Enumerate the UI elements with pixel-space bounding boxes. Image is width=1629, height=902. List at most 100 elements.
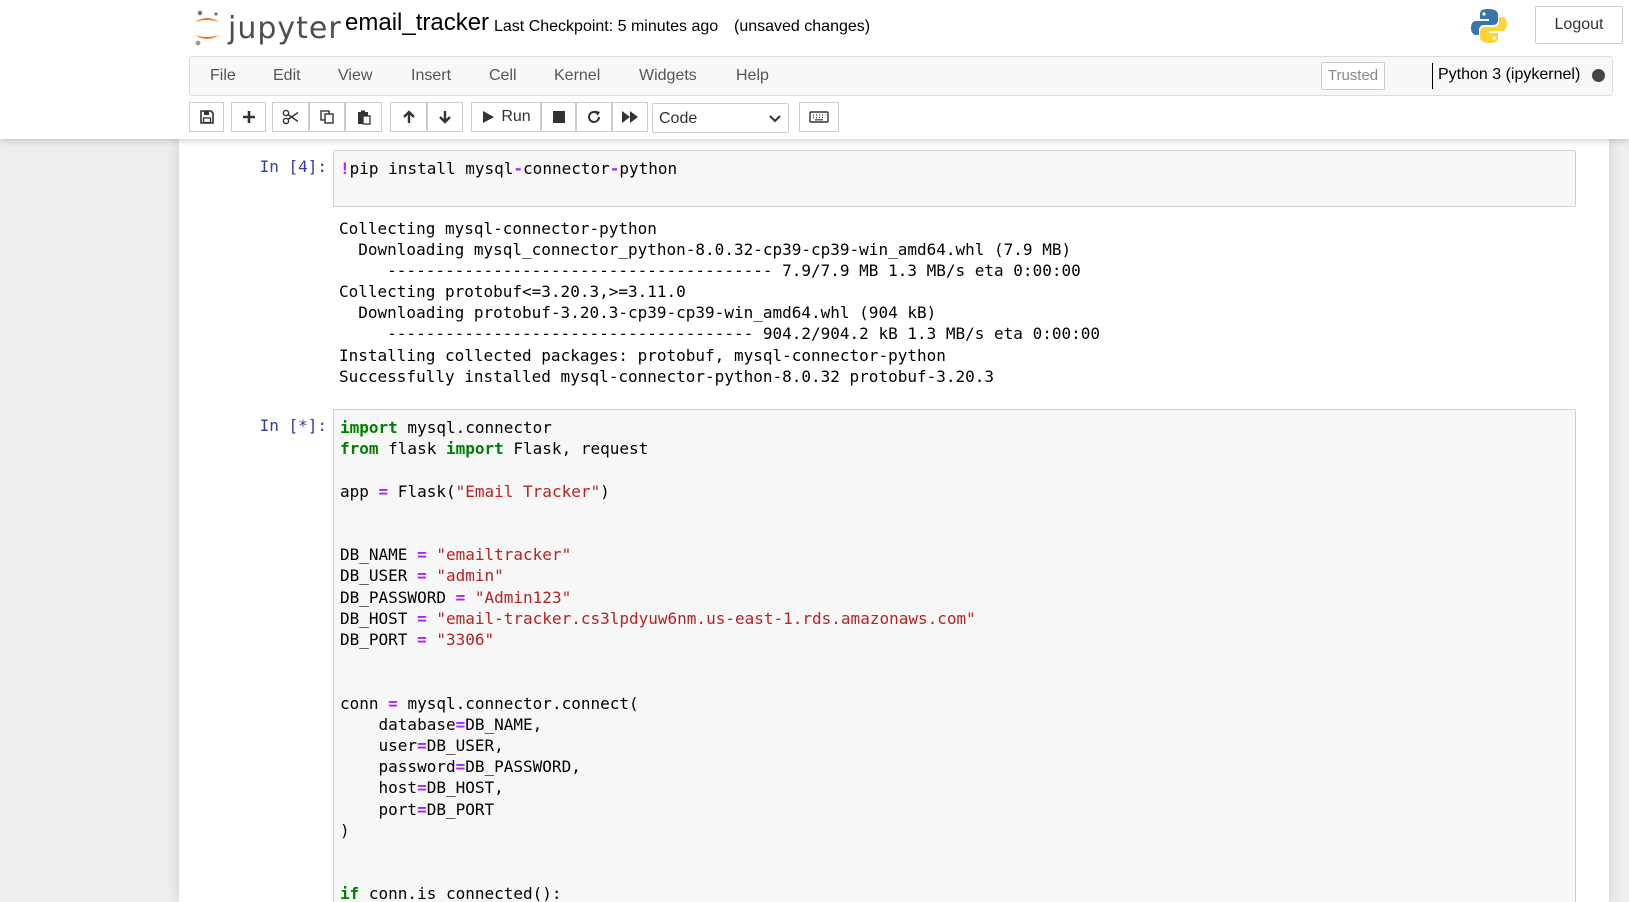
menu-cell[interactable]: Cell — [489, 67, 517, 85]
code-token: - — [609, 159, 620, 178]
code-line: user=DB_USER, — [340, 736, 504, 755]
code-token: app — [340, 481, 379, 501]
kernel-separator — [1432, 63, 1433, 89]
code-token: "admin" — [436, 566, 504, 586]
cell-type-select[interactable]: Code — [652, 103, 789, 133]
code-token: = — [417, 545, 427, 565]
code-token: connector — [523, 159, 610, 178]
code-line: DB_USER = "admin" — [340, 566, 504, 585]
command-palette-button[interactable] — [799, 102, 839, 132]
menu-kernel[interactable]: Kernel — [554, 67, 600, 85]
menu-help[interactable]: Help — [736, 67, 769, 85]
output-line: Installing collected packages: protobuf,… — [339, 345, 946, 365]
code-token: = — [417, 566, 427, 586]
menu-file[interactable]: File — [210, 67, 236, 85]
paste-button[interactable] — [345, 102, 382, 132]
code-line: conn = mysql.connector.connect( — [340, 694, 639, 713]
restart-kernel-button[interactable] — [576, 102, 612, 132]
arrow-up-icon — [402, 110, 415, 123]
code-token: import — [340, 418, 398, 437]
menu-bar: File Edit View Insert Cell Kernel Widget… — [189, 56, 1613, 96]
restart-run-all-button[interactable] — [612, 102, 648, 132]
jupyter-logo-icon — [195, 10, 219, 46]
code-line: port=DB_PORT — [340, 799, 495, 819]
header-top-bar: jupyter email_tracker Last Checkpoint: 5… — [0, 0, 1629, 55]
code-line: DB_HOST = "email-tracker.cs3lpdyuw6nm.us… — [340, 609, 976, 628]
insert-cell-button[interactable] — [231, 102, 266, 132]
code-token: DB_PASSWORD, — [465, 757, 581, 777]
code-token: pip install mysql — [349, 159, 514, 178]
code-line: host=DB_HOST, — [340, 778, 504, 797]
code-token: python — [619, 159, 678, 178]
output-line: Downloading protobuf-3.20.3-cp39-cp39-wi… — [339, 303, 937, 323]
code-token: user — [340, 736, 418, 756]
code-line: DB_PORT = "3306" — [340, 630, 494, 649]
header: jupyter email_tracker Last Checkpoint: 5… — [0, 0, 1629, 139]
code-line: DB_PASSWORD = "Admin123" — [340, 588, 571, 607]
code-token: DB_USER — [340, 566, 418, 586]
copy-icon — [320, 110, 334, 124]
menu-view[interactable]: View — [338, 67, 372, 85]
save-button[interactable] — [189, 102, 224, 132]
menu-insert[interactable]: Insert — [411, 67, 451, 85]
code-line: if conn.is_connected(): — [340, 884, 562, 902]
code-token: = — [388, 693, 398, 713]
code-line: from flask import Flask, request — [340, 439, 648, 458]
code-token: ) — [340, 820, 350, 840]
cell-prompt: In [4]: — [259, 157, 327, 176]
code-editor[interactable]: import mysql.connector from flask import… — [334, 410, 1575, 902]
code-token: flask — [378, 439, 446, 459]
checkpoint-status: Last Checkpoint: 5 minutes ago — [494, 18, 719, 35]
code-token: conn — [340, 693, 389, 713]
code-line: DB_NAME = "emailtracker" — [340, 545, 571, 564]
code-line: database=DB_NAME, — [340, 714, 543, 734]
code-token: port — [340, 799, 418, 819]
output-line: ----------------------------------------… — [339, 261, 1081, 281]
code-token: "3306" — [436, 630, 495, 650]
code-token: conn.is_connected(): — [359, 884, 562, 902]
trusted-indicator[interactable]: Trusted — [1321, 62, 1385, 90]
output-line: Collecting protobuf<=3.20.3,>=3.11.0 — [339, 282, 686, 302]
stop-icon — [552, 111, 565, 123]
kernel-busy-indicator-icon — [1592, 69, 1605, 82]
run-button[interactable]: Run — [471, 102, 541, 132]
move-cell-up-button[interactable] — [390, 102, 427, 132]
notebook-name[interactable]: email_tracker — [345, 9, 489, 37]
code-token: DB_NAME, — [465, 714, 543, 734]
move-cell-down-button[interactable] — [427, 102, 463, 132]
menu-widgets[interactable]: Widgets — [639, 67, 697, 85]
fast-forward-icon — [622, 111, 638, 123]
kernel-name[interactable]: Python 3 (ipykernel) — [1438, 66, 1580, 84]
code-token: DB_HOST, — [426, 778, 504, 798]
code-token: = — [455, 757, 466, 777]
save-icon — [199, 110, 214, 124]
code-token: = — [417, 630, 427, 650]
cut-button[interactable] — [272, 102, 309, 132]
run-label: Run — [501, 108, 531, 125]
logout-button[interactable]: Logout — [1535, 6, 1623, 44]
interrupt-kernel-button[interactable] — [541, 102, 576, 132]
notebook-container: In [4]: !pip install mysql-connector-pyt… — [179, 139, 1609, 902]
code-token: mysql.connector — [397, 418, 552, 437]
code-token: import — [445, 439, 504, 459]
code-cell-input[interactable]: import mysql.connector from flask import… — [333, 409, 1576, 902]
cell-output: Collecting mysql-connector-python Downlo… — [333, 208, 1576, 397]
code-editor[interactable]: !pip install mysql-connector-python — [334, 151, 1575, 186]
restart-icon — [588, 110, 600, 123]
code-token: mysql.connector.connect( — [397, 693, 639, 713]
code-cell-input[interactable]: !pip install mysql-connector-python — [333, 150, 1576, 207]
code-token: - — [513, 159, 524, 178]
code-line: import mysql.connector — [340, 418, 552, 437]
code-token: host — [340, 778, 418, 798]
run-icon — [483, 111, 495, 123]
code-token: "email-tracker.cs3lpdyuw6nm.us-east-1.rd… — [436, 608, 976, 628]
code-token: "Admin123" — [474, 587, 572, 607]
code-token: DB_NAME — [340, 545, 418, 565]
menu-edit[interactable]: Edit — [273, 67, 301, 85]
code-token: = — [455, 714, 466, 734]
copy-button[interactable] — [309, 102, 345, 132]
